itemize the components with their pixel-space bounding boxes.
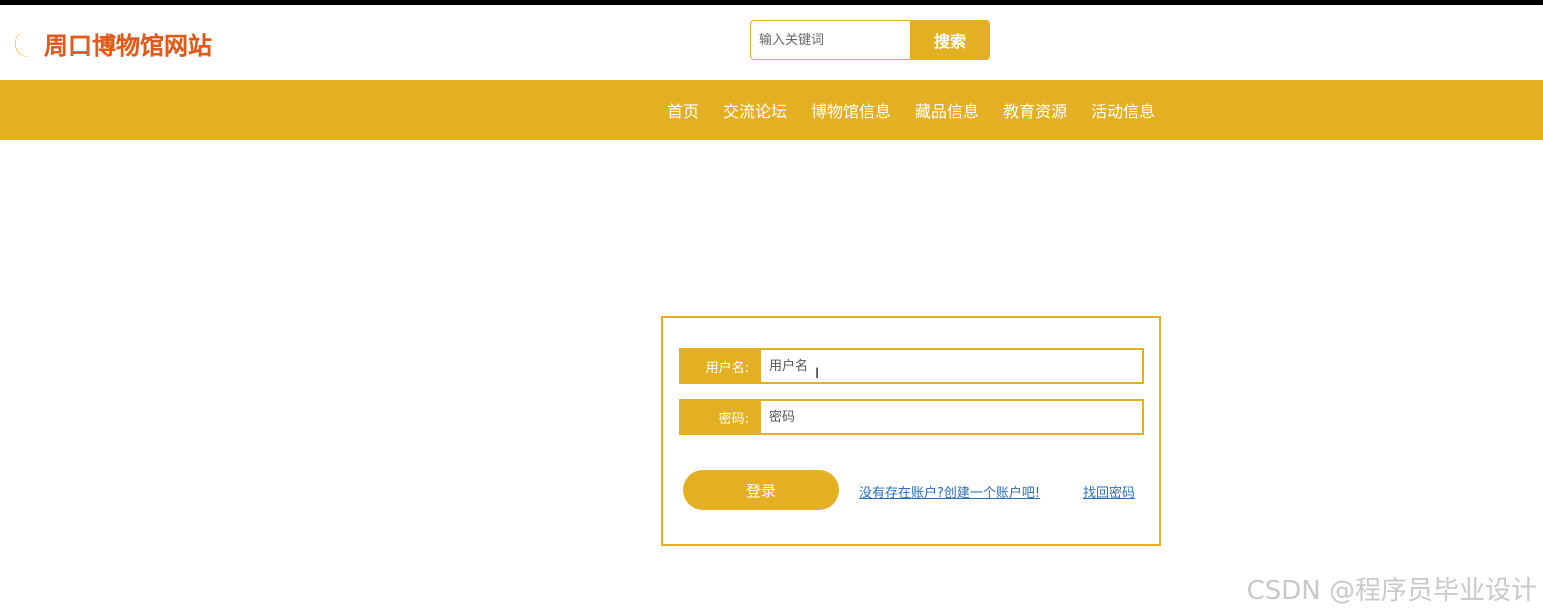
watermark: CSDN @程序员毕业设计 <box>1246 576 1537 606</box>
password-label: 密码: <box>679 399 761 435</box>
text-cursor-icon: I <box>815 366 820 382</box>
nav-item-education[interactable]: 教育资源 <box>991 98 1079 122</box>
site-logo[interactable]: 周口博物馆网站 <box>8 26 212 61</box>
nav-list: 首页 交流论坛 博物馆信息 藏品信息 教育资源 活动信息 <box>655 80 1167 140</box>
password-row: 密码: <box>679 399 1144 435</box>
nav-item-museum-info[interactable]: 博物馆信息 <box>799 98 903 122</box>
nav-item-home[interactable]: 首页 <box>655 98 711 122</box>
nav-item-events[interactable]: 活动信息 <box>1079 98 1167 122</box>
main-nav: 首页 交流论坛 博物馆信息 藏品信息 教育资源 活动信息 <box>0 80 1543 140</box>
register-link[interactable]: 没有存在账户?创建一个账户吧! <box>859 482 1040 501</box>
login-form: 用户名: 密码: 登录 没有存在账户?创建一个账户吧! 找回密码 <box>661 316 1161 546</box>
password-input[interactable] <box>761 399 1144 435</box>
search-input[interactable] <box>750 20 910 60</box>
nav-item-forum[interactable]: 交流论坛 <box>711 98 799 122</box>
nav-item-collection-info[interactable]: 藏品信息 <box>903 98 991 122</box>
search-bar: 搜索 <box>750 20 990 60</box>
login-button[interactable]: 登录 <box>683 470 839 510</box>
username-row: 用户名: <box>679 348 1144 384</box>
forgot-password-link[interactable]: 找回密码 <box>1083 482 1135 501</box>
username-label: 用户名: <box>679 348 761 384</box>
site-title: 周口博物馆网站 <box>44 26 212 61</box>
search-button[interactable]: 搜索 <box>910 20 990 60</box>
site-header: 周口博物馆网站 搜索 <box>0 5 1543 80</box>
crescent-moon-icon <box>14 30 32 57</box>
